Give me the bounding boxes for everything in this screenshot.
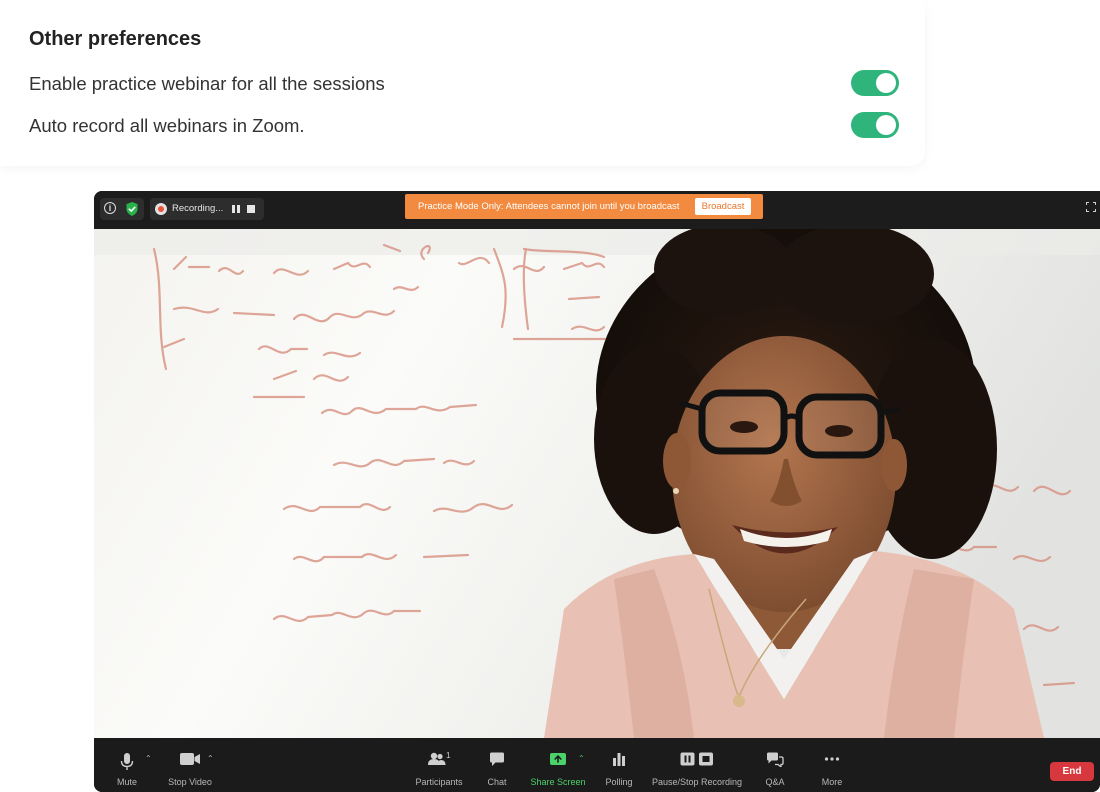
video-camera-icon [180, 753, 200, 765]
end-meeting-button[interactable]: End [1050, 762, 1094, 781]
share-screen-label: Share Screen [530, 777, 586, 787]
pause-stop-recording-icon [680, 752, 713, 766]
share-screen-icon [550, 753, 566, 765]
participants-button[interactable]: 1 Participants [412, 738, 466, 792]
participant-video-feed [94, 229, 1100, 738]
microphone-icon [120, 753, 134, 770]
polling-label: Polling [605, 777, 633, 787]
fullscreen-icon[interactable] [1086, 202, 1096, 212]
toggle-knob [876, 115, 896, 135]
broadcast-button[interactable]: Broadcast [695, 198, 751, 215]
qa-icon [767, 752, 784, 767]
pause-recording-icon[interactable] [232, 205, 240, 213]
practice-mode-text: Practice Mode Only: Attendees cannot joi… [418, 201, 680, 212]
pause-stop-recording-button[interactable]: Pause/Stop Recording [650, 738, 744, 792]
recording-label: Recording... [172, 203, 224, 214]
mute-button[interactable]: Mute [112, 738, 142, 792]
mute-label: Mute [116, 777, 137, 787]
recording-indicator: Recording... [150, 198, 264, 220]
pref-label-auto-record: Auto record all webinars in Zoom. [29, 115, 305, 136]
meeting-top-bar: i Recording... Practice Mode Only: Atten… [94, 191, 1100, 229]
participants-label: Participants [415, 777, 463, 787]
toggle-knob [876, 73, 896, 93]
stop-recording-icon[interactable] [247, 205, 255, 213]
more-dots-icon [824, 757, 840, 761]
preferences-title: Other preferences [29, 28, 202, 50]
share-screen-button[interactable]: Share Screen [528, 738, 588, 792]
chat-button[interactable]: Chat [482, 738, 512, 792]
meeting-toolbar: Mute ⌃ Stop Video ⌃ 1 Participants Chat … [94, 738, 1100, 792]
preferences-panel: Other preferences Enable practice webina… [0, 0, 925, 166]
chat-label: Chat [487, 777, 507, 787]
zoom-meeting-window: i Recording... Practice Mode Only: Atten… [94, 191, 1100, 792]
chat-icon [490, 752, 504, 766]
more-button[interactable]: More [818, 738, 846, 792]
polling-chart-icon [613, 753, 625, 766]
shield-check-icon[interactable] [125, 201, 139, 217]
mute-options-caret-icon[interactable]: ⌃ [145, 754, 152, 763]
auto-record-toggle[interactable] [851, 112, 899, 138]
share-options-caret-icon[interactable]: ⌃ [578, 754, 585, 763]
more-label: More [821, 777, 843, 787]
qa-button[interactable]: Q&A [760, 738, 790, 792]
meeting-info-group: i [100, 198, 144, 220]
video-options-caret-icon[interactable]: ⌃ [207, 754, 214, 763]
stop-video-button[interactable]: Stop Video [166, 738, 214, 792]
practice-mode-banner: Practice Mode Only: Attendees cannot joi… [405, 194, 763, 219]
recording-dot-icon [155, 203, 167, 215]
pause-stop-recording-label: Pause/Stop Recording [651, 777, 743, 787]
polling-button[interactable]: Polling [602, 738, 636, 792]
pref-row-auto-record: Auto record all webinars in Zoom. [29, 112, 899, 140]
info-icon[interactable]: i [104, 202, 116, 214]
stop-video-label: Stop Video [168, 777, 212, 787]
qa-label: Q&A [765, 777, 785, 787]
practice-webinar-toggle[interactable] [851, 70, 899, 96]
pref-label-practice-webinar: Enable practice webinar for all the sess… [29, 73, 385, 94]
pref-row-practice-webinar: Enable practice webinar for all the sess… [29, 70, 899, 98]
participants-count: 1 [446, 751, 451, 760]
